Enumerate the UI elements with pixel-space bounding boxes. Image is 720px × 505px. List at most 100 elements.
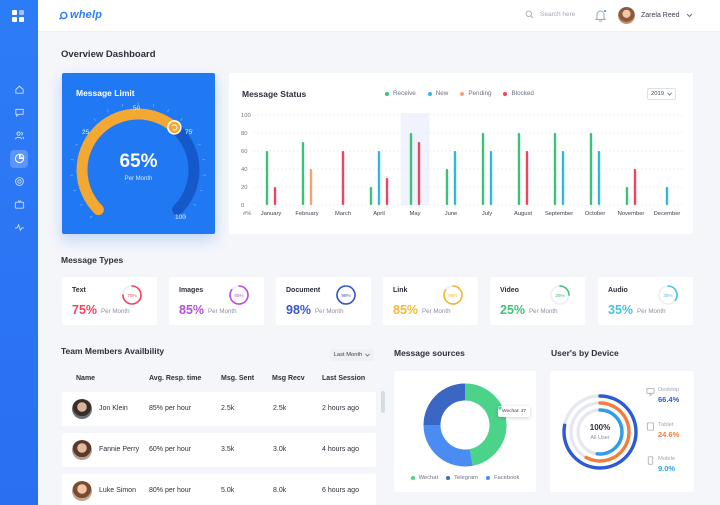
- bar-receive[interactable]: [553, 133, 557, 205]
- chevron-down-icon: [365, 353, 371, 357]
- user-menu[interactable]: Zarela Reed: [618, 7, 693, 24]
- bar-blocked[interactable]: [341, 151, 345, 205]
- bar-receive[interactable]: [265, 151, 269, 205]
- devices-title: User's by Device: [551, 348, 619, 358]
- table-row[interactable]: Luke Simon 80% per hour 5.0k 8.0k 6 hour…: [62, 474, 376, 505]
- user-name: Zarela Reed: [641, 12, 680, 19]
- message-type-card-video[interactable]: Video 25% Per Month 25%: [490, 277, 585, 325]
- member-recv: 8.0k: [273, 487, 287, 494]
- col-head-last[interactable]: Last Session: [322, 375, 365, 382]
- bar-receive[interactable]: [301, 142, 305, 205]
- col-head-recv[interactable]: Msg Recv: [272, 375, 305, 382]
- sidebar-item-users[interactable]: [0, 124, 38, 147]
- device-label: Desktop: [658, 387, 680, 393]
- bar-new[interactable]: [597, 151, 601, 205]
- sidebar: [0, 0, 38, 505]
- bar-receive[interactable]: [481, 133, 485, 205]
- x-tick-label: October: [585, 211, 606, 217]
- gauge-tick-mark: [167, 109, 170, 113]
- brand-logo[interactable]: whelp: [59, 9, 102, 21]
- ring-mobile[interactable]: [595, 408, 624, 456]
- bar-new[interactable]: [453, 151, 457, 205]
- message-type-value: 85%: [393, 303, 419, 317]
- bar-blocked[interactable]: [273, 187, 277, 205]
- sidebar-item-dashboard[interactable]: [0, 147, 38, 170]
- sources-tooltip-text: Wechat: 37: [502, 409, 527, 414]
- x-tick-label: December: [654, 211, 681, 217]
- ring-label: 35%: [663, 293, 672, 298]
- message-type-value: 85%: [179, 303, 205, 317]
- period-select-value: Last Month: [333, 352, 363, 358]
- sidebar-item-support[interactable]: [0, 170, 38, 193]
- mobile-icon: [647, 456, 654, 465]
- device-value: 66.4%: [658, 395, 680, 404]
- bar-receive[interactable]: [445, 169, 449, 205]
- app-logo-icon[interactable]: [12, 10, 25, 23]
- message-type-label: Text: [72, 287, 86, 294]
- member-name: Fannie Perry: [99, 446, 140, 453]
- bar-receive[interactable]: [589, 133, 593, 205]
- member-resp: 85% per hour: [149, 405, 192, 412]
- period-select[interactable]: Last Month: [330, 349, 374, 361]
- bar-receive[interactable]: [517, 133, 521, 205]
- gauge-tick-75: 75: [185, 129, 193, 136]
- col-head-sent[interactable]: Msg. Sent: [221, 375, 254, 382]
- chat-icon: [14, 108, 24, 118]
- sidebar-item-tv[interactable]: [0, 193, 38, 216]
- desktop-icon: [646, 387, 655, 396]
- donut-slice-telegram[interactable]: [423, 383, 466, 426]
- sidebar-item-chat[interactable]: [0, 101, 38, 124]
- gauge-handle[interactable]: [167, 120, 182, 135]
- sidebar-item-home[interactable]: [0, 78, 38, 101]
- message-types-title: Message Types: [61, 255, 124, 265]
- message-type-card-document[interactable]: Document 98% Per Month 98%: [276, 277, 371, 325]
- member-last: 2 hours ago: [322, 405, 359, 412]
- message-type-card-images[interactable]: Images 85% Per Month 85%: [169, 277, 264, 325]
- home-icon: [14, 85, 24, 94]
- gauge-tick-mark: [179, 118, 183, 121]
- notifications-button[interactable]: [594, 9, 607, 22]
- bar-new[interactable]: [377, 151, 381, 205]
- legend-item[interactable]: Wechat: [410, 475, 438, 481]
- device-label: Tablet: [658, 422, 674, 428]
- search-box[interactable]: Search here: [525, 10, 575, 19]
- team-title: Team Members Availbility: [61, 346, 165, 356]
- bar-receive[interactable]: [625, 187, 629, 205]
- bar-blocked[interactable]: [633, 169, 637, 205]
- legend-item[interactable]: Facebook: [485, 475, 519, 481]
- col-head-name[interactable]: Name: [76, 375, 95, 382]
- legend-item[interactable]: Telegram: [446, 475, 478, 481]
- bar-new[interactable]: [561, 151, 565, 205]
- bar-receive[interactable]: [369, 187, 373, 205]
- message-type-card-audio[interactable]: Audio 35% Per Month 35%: [598, 277, 693, 325]
- bar-blocked[interactable]: [525, 151, 529, 205]
- member-name: Jon Klein: [99, 405, 128, 412]
- search-input[interactable]: Search here: [540, 11, 575, 18]
- search-icon: [525, 10, 534, 19]
- member-name: Luke Simon: [99, 487, 136, 494]
- bar-receive[interactable]: [409, 133, 413, 205]
- sources-legend: Wechat Telegram Facebook: [394, 475, 536, 481]
- donut-slice-wechat[interactable]: [464, 383, 507, 466]
- y-tick-label: 60: [241, 149, 247, 155]
- sidebar-item-activity[interactable]: [0, 216, 38, 239]
- member-recv: 3.0k: [273, 446, 287, 453]
- activity-icon: [14, 223, 24, 232]
- bar-pending[interactable]: [309, 169, 313, 205]
- y-tick-label: 20: [241, 185, 247, 191]
- table-row[interactable]: Fannie Perry 60% per hour 3.5k 3.0k 4 ho…: [62, 433, 376, 467]
- message-type-card-link[interactable]: Link 85% Per Month 85%: [383, 277, 478, 325]
- y-tick-label: 0: [241, 203, 244, 209]
- donut-slice-facebook[interactable]: [423, 424, 473, 467]
- message-type-card-text[interactable]: Text 75% Per Month 75%: [62, 277, 157, 325]
- col-head-resp[interactable]: Avg. Resp. time: [149, 375, 201, 382]
- table-row[interactable]: Jon Klein 85% per hour 2.5k 2.5k 2 hours…: [62, 392, 376, 426]
- bar-new[interactable]: [665, 187, 669, 205]
- table-scrollbar[interactable]: [381, 391, 385, 413]
- message-type-ring: 98%: [336, 285, 356, 305]
- sources-card: Wechat: 37 Wechat Telegram Facebook: [394, 371, 536, 492]
- device-value: 24.6%: [658, 430, 680, 439]
- bar-blocked[interactable]: [385, 178, 389, 205]
- bar-blocked[interactable]: [417, 142, 421, 205]
- bar-new[interactable]: [489, 151, 493, 205]
